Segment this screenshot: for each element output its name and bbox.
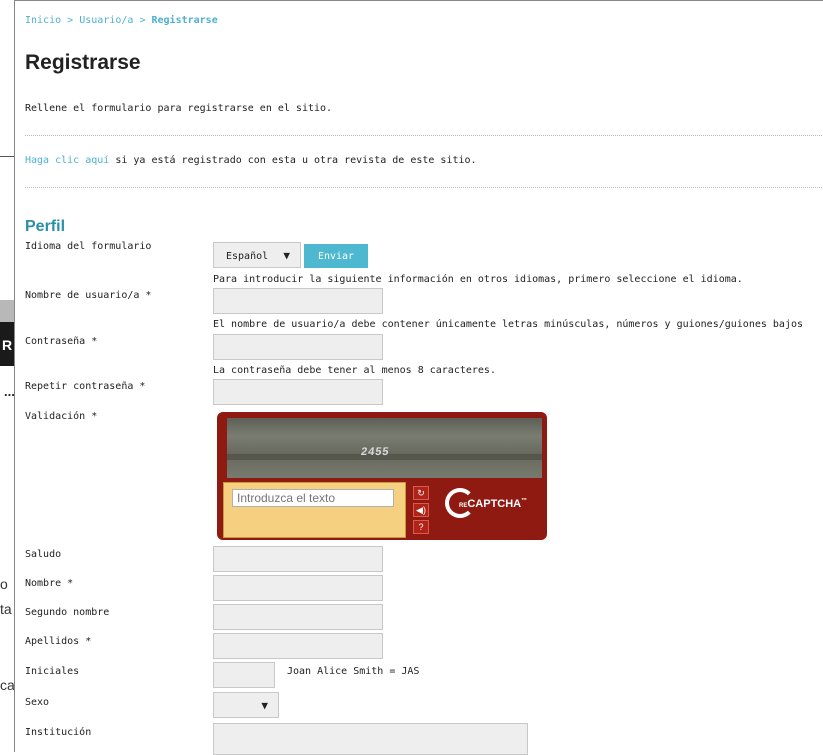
intro-text: Rellene el formulario para registrarse e… xyxy=(25,103,333,114)
login-link[interactable]: Haga clic aquí xyxy=(25,155,109,166)
already-registered-text: Haga clic aquí si ya está registrado con… xyxy=(25,155,477,166)
password-field[interactable] xyxy=(213,334,383,360)
chevron-down-icon: ▼ xyxy=(283,249,290,262)
breadcrumb-separator: > xyxy=(139,15,146,26)
page-title: Registrarse xyxy=(25,51,141,74)
gender-select[interactable]: ▼ xyxy=(213,692,279,718)
audio-icon[interactable]: ◀) xyxy=(413,503,429,517)
initials-label: Iniciales xyxy=(25,666,80,677)
language-select[interactable]: Español ▼ xyxy=(213,242,301,268)
recaptcha-logo-word: CAPTCHA xyxy=(467,498,522,510)
captcha-code: 2455 xyxy=(360,446,391,458)
divider xyxy=(25,187,823,188)
last-name-field[interactable] xyxy=(213,633,383,659)
username-hint: El nombre de usuario/a debe contener úni… xyxy=(213,319,804,330)
institution-label: Institución xyxy=(25,727,92,738)
captcha-input-area xyxy=(223,482,406,538)
username-field[interactable] xyxy=(213,288,383,314)
background-text-fragment: o xyxy=(0,576,8,592)
salutation-label: Saludo xyxy=(25,549,62,560)
language-label: Idioma del formulario xyxy=(25,241,152,252)
middle-name-label: Segundo nombre xyxy=(25,607,110,618)
background-window: R ... o ta ca xyxy=(0,0,15,752)
captcha-controls: ↻ ◀) ? xyxy=(413,486,431,537)
registration-page: Inicio > Usuario/a > Registrarse Registr… xyxy=(14,0,823,755)
institution-field[interactable] xyxy=(213,723,528,755)
repeat-password-label: Repetir contraseña * xyxy=(25,381,146,392)
help-icon[interactable]: ? xyxy=(413,520,429,534)
gender-label: Sexo xyxy=(25,697,50,708)
already-registered-message: si ya está registrado con esta u otra re… xyxy=(109,155,477,166)
divider xyxy=(25,135,823,136)
last-name-label: Apellidos * xyxy=(25,636,92,647)
captcha-image: 2455 xyxy=(227,418,542,478)
section-title-profile: Perfil xyxy=(25,218,66,235)
background-text-fragment: ca xyxy=(0,677,15,693)
password-label: Contraseña * xyxy=(25,336,98,347)
username-label: Nombre de usuario/a * xyxy=(25,290,152,301)
recaptcha-trademark: ™ xyxy=(521,498,528,504)
background-banner: R xyxy=(0,322,14,366)
captcha-input[interactable] xyxy=(232,489,394,507)
background-panel xyxy=(0,300,14,322)
initials-field[interactable] xyxy=(213,662,275,688)
breadcrumb: Inicio > Usuario/a > Registrarse xyxy=(25,15,218,26)
initials-example: Joan Alice Smith = JAS xyxy=(287,666,420,677)
chevron-down-icon: ▼ xyxy=(261,699,268,712)
background-divider xyxy=(0,156,14,157)
repeat-password-field[interactable] xyxy=(213,379,383,405)
password-hint: La contraseña debe tener al menos 8 cara… xyxy=(213,365,496,376)
recaptcha-logo-text: RECAPTCHA™ xyxy=(459,498,527,510)
refresh-icon[interactable]: ↻ xyxy=(413,486,429,500)
recaptcha-logo: RECAPTCHA™ xyxy=(445,488,535,528)
background-text-fragment: ta xyxy=(0,601,12,617)
breadcrumb-user-link[interactable]: Usuario/a xyxy=(79,15,133,26)
background-letter: R xyxy=(2,337,13,353)
breadcrumb-current: Registrarse xyxy=(151,15,218,26)
first-name-field[interactable] xyxy=(213,575,383,601)
recaptcha-widget: 2455 ↻ ◀) ? RECAPTCHA™ xyxy=(217,412,547,540)
language-hint: Para introducir la siguiente información… xyxy=(213,274,743,285)
validation-label: Validación * xyxy=(25,411,98,422)
first-name-label: Nombre * xyxy=(25,578,74,589)
breadcrumb-separator: > xyxy=(67,15,74,26)
language-select-value: Español xyxy=(226,251,269,262)
submit-language-button[interactable]: Enviar xyxy=(304,244,368,268)
middle-name-field[interactable] xyxy=(213,604,383,630)
breadcrumb-home-link[interactable]: Inicio xyxy=(25,15,61,26)
salutation-field[interactable] xyxy=(213,546,383,572)
